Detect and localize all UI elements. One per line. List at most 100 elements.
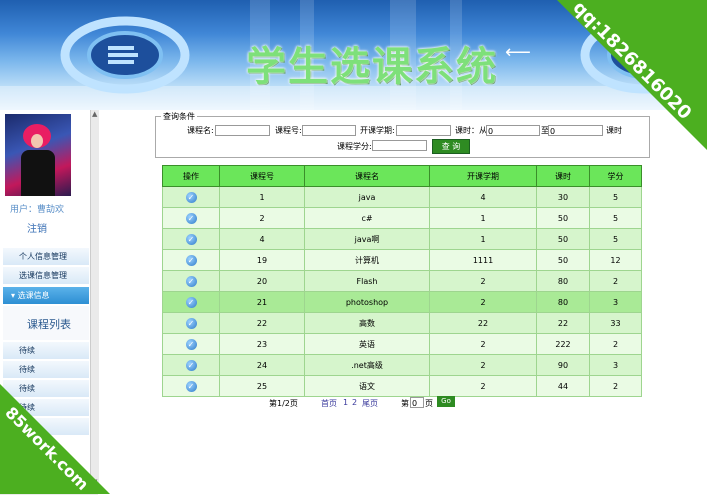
- select-check-icon[interactable]: ✓: [185, 254, 197, 266]
- submenu-course-list[interactable]: 课程列表: [3, 306, 89, 340]
- table-row: ✓ 20 Flash 2 80 2: [162, 270, 642, 292]
- select-check-icon[interactable]: ✓: [185, 380, 197, 392]
- pager-go-button[interactable]: Go: [437, 396, 455, 407]
- pager-first-link[interactable]: 首页: [321, 398, 337, 409]
- credit-label: 课程学分:: [337, 142, 372, 151]
- cell-term: 2: [429, 270, 537, 292]
- course-no-input[interactable]: [302, 125, 356, 136]
- cell-hours: 22: [536, 312, 590, 334]
- cell-hours: 222: [536, 333, 590, 355]
- table-row: ✓ 2 c# 1 50 5: [162, 207, 642, 229]
- page-title: 学生选课系统: [246, 44, 498, 90]
- select-check-icon[interactable]: ✓: [185, 275, 197, 287]
- term-input[interactable]: [396, 125, 451, 136]
- cell-term: 2: [429, 291, 537, 313]
- select-check-icon[interactable]: ✓: [185, 359, 197, 371]
- menu-course-selection[interactable]: ▾ 选课信息: [3, 287, 89, 305]
- logout-link[interactable]: 注销: [27, 220, 47, 235]
- select-check-icon[interactable]: ✓: [185, 296, 197, 308]
- cell-course-no: 1: [219, 186, 305, 208]
- watermark-corner-bottom-left: [0, 384, 110, 494]
- table-row: ✓ 24 .net高级 2 90 3: [162, 354, 642, 376]
- cell-credit: 2: [589, 375, 642, 397]
- cell-course-no: 4: [219, 228, 305, 250]
- scroll-up-icon[interactable]: ▲: [92, 110, 97, 118]
- cell-course-no: 25: [219, 375, 305, 397]
- pager-goto-input[interactable]: 0: [410, 397, 424, 408]
- menu-course-selection-mgmt[interactable]: 选课信息管理: [3, 267, 89, 285]
- cell-credit: 3: [589, 354, 642, 376]
- course-table: 操作 课程号 课程名 开课学期 课时 学分 ✓ 1 java 4 30 5 ✓ …: [162, 165, 642, 397]
- pager-page-2-link[interactable]: 2: [352, 398, 357, 407]
- hours-from-input[interactable]: 0: [486, 125, 540, 136]
- col-header-course-name: 课程名: [304, 165, 430, 187]
- credit-input[interactable]: [372, 140, 427, 151]
- table-row: ✓ 19 计算机 1111 50 12: [162, 249, 642, 271]
- cell-hours: 80: [536, 291, 590, 313]
- cell-course-name: 计算机: [304, 249, 430, 271]
- query-button[interactable]: 查 询: [432, 139, 470, 154]
- course-name-input[interactable]: [215, 125, 270, 136]
- submenu-course-list-label: 课程列表: [27, 318, 71, 331]
- menu-personal-info[interactable]: 个人信息管理: [3, 248, 89, 266]
- col-header-credit: 学分: [589, 165, 642, 187]
- cell-hours: 30: [536, 186, 590, 208]
- col-header-course-no: 课程号: [219, 165, 305, 187]
- cell-course-name: 高数: [304, 312, 430, 334]
- menu-pending-2[interactable]: 待续: [3, 361, 89, 379]
- e-logo-icon: [60, 16, 190, 94]
- cell-credit: 12: [589, 249, 642, 271]
- cell-course-name: .net高级: [304, 354, 430, 376]
- cell-hours: 90: [536, 354, 590, 376]
- table-row: ✓ 21 photoshop 2 80 3: [162, 291, 642, 313]
- cell-course-name: c#: [304, 207, 430, 229]
- cell-course-no: 21: [219, 291, 305, 313]
- cell-credit: 3: [589, 291, 642, 313]
- col-header-action: 操作: [162, 165, 220, 187]
- select-check-icon[interactable]: ✓: [185, 338, 197, 350]
- table-row: ✓ 25 语文 2 44 2: [162, 375, 642, 397]
- cell-course-name: photoshop: [304, 291, 430, 313]
- course-name-label: 课程名:: [187, 126, 214, 135]
- arrow-left-icon: ⟵: [505, 42, 531, 63]
- table-row: ✓ 23 英语 2 222 2: [162, 333, 642, 355]
- cell-term: 4: [429, 186, 537, 208]
- cell-course-no: 24: [219, 354, 305, 376]
- col-header-term: 开课学期: [429, 165, 537, 187]
- cell-credit: 5: [589, 207, 642, 229]
- cell-term: 2: [429, 375, 537, 397]
- cell-course-no: 2: [219, 207, 305, 229]
- course-no-label: 课程号:: [275, 126, 302, 135]
- cell-course-name: 英语: [304, 333, 430, 355]
- user-name: 用户：曹劼欢: [10, 205, 65, 215]
- cell-term: 1111: [429, 249, 537, 271]
- cell-term: 1: [429, 228, 537, 250]
- cell-hours: 50: [536, 249, 590, 271]
- select-check-icon[interactable]: ✓: [185, 212, 197, 224]
- term-label: 开课学期:: [360, 126, 395, 135]
- query-legend: 查询条件: [161, 111, 197, 122]
- menu-course-selection-label: 选课信息: [17, 291, 50, 300]
- pager-last-link[interactable]: 尾页: [362, 398, 378, 409]
- pager-page-1-link[interactable]: 1: [343, 398, 348, 407]
- cell-hours: 44: [536, 375, 590, 397]
- cell-term: 2: [429, 354, 537, 376]
- menu-pending-1[interactable]: 待续: [3, 342, 89, 360]
- pager-goto-suffix: 页: [425, 399, 433, 408]
- select-check-icon[interactable]: ✓: [185, 191, 197, 203]
- cell-course-no: 23: [219, 333, 305, 355]
- hours-from-label: 课时：从: [455, 126, 487, 135]
- select-check-icon[interactable]: ✓: [185, 317, 197, 329]
- cell-hours: 50: [536, 228, 590, 250]
- table-row: ✓ 22 高数 22 22 33: [162, 312, 642, 334]
- cell-course-name: java: [304, 186, 430, 208]
- col-header-hours: 课时: [536, 165, 590, 187]
- cell-credit: 2: [589, 333, 642, 355]
- table-row: ✓ 4 java啊 1 50 5: [162, 228, 642, 250]
- select-check-icon[interactable]: ✓: [185, 233, 197, 245]
- cell-term: 2: [429, 333, 537, 355]
- table-row: ✓ 1 java 4 30 5: [162, 186, 642, 208]
- cell-credit: 5: [589, 228, 642, 250]
- cell-credit: 5: [589, 186, 642, 208]
- cell-hours: 80: [536, 270, 590, 292]
